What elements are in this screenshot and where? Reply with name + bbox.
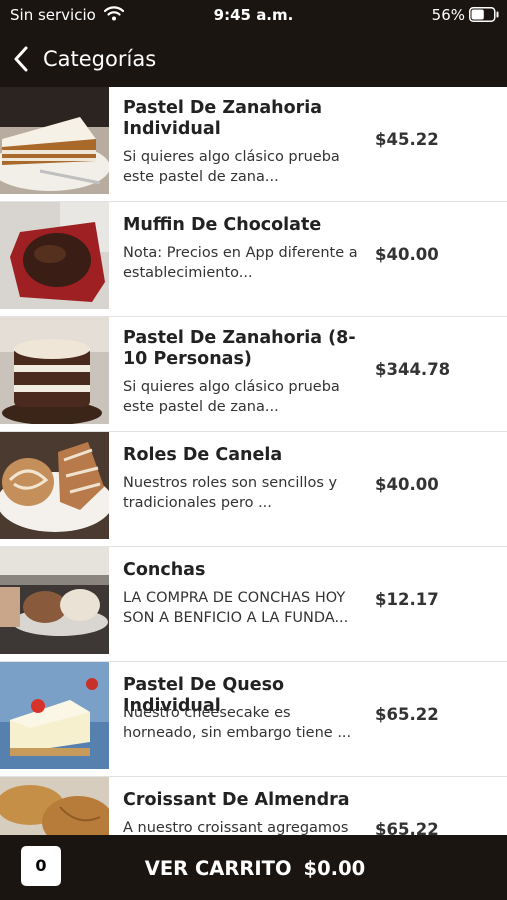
carrot-cake-slice-photo [0, 87, 109, 194]
product-name: Croissant De Almendra [123, 790, 350, 810]
product-description: Nuestro cheesecake es horneado, sin emba… [123, 705, 352, 741]
carrot-cake-whole-photo [0, 317, 109, 424]
product-item[interactable]: Conchas LA COMPRA DE CONCHAS HOY SON A B… [0, 547, 507, 662]
product-price: $40.00 [375, 245, 439, 264]
view-cart-button[interactable]: VER CARRITO $0.00 [120, 849, 390, 889]
product-description: LA COMPRA DE CONCHAS HOY SON A BENFICIO … [123, 590, 349, 626]
product-name: Pastel De Zanahoria (8-10 Personas) [123, 328, 356, 369]
cart-bar: 0 VER CARRITO $0.00 [0, 835, 507, 900]
cart-count-badge: 0 [21, 846, 61, 886]
battery-icon [469, 7, 499, 22]
cart-total: $0.00 [303, 857, 366, 880]
chevron-left-icon [14, 46, 28, 72]
product-name: Roles De Canela [123, 445, 283, 465]
product-item[interactable]: Pastel De Queso Individual Nuestro chees… [0, 662, 507, 777]
conchas-photo [0, 547, 109, 654]
nav-bar: Categorías [0, 30, 507, 87]
cheesecake-slice-photo [0, 662, 109, 769]
product-item[interactable]: Pastel De Zanahoria (8-10 Personas) Si q… [0, 317, 507, 432]
product-description: Nuestros roles son sencillos y tradicion… [123, 475, 338, 511]
product-price: $344.78 [375, 360, 451, 379]
status-bar: Sin servicio 9:45 a.m. 56% [0, 0, 507, 30]
product-description: Si quieres algo clásico prueba este past… [123, 379, 340, 415]
back-label: Categorías [43, 47, 157, 71]
cinnamon-rolls-photo [0, 432, 109, 539]
product-price: $65.22 [375, 820, 439, 835]
view-cart-label: VER CARRITO [144, 857, 292, 880]
product-item[interactable]: Pastel De Zanahoria Individual Si quiere… [0, 87, 507, 202]
product-item[interactable]: Muffin De Chocolate Nota: Precios en App… [0, 202, 507, 317]
product-name: Conchas [123, 560, 206, 580]
back-button[interactable]: Categorías [8, 42, 156, 76]
product-price: $40.00 [375, 475, 439, 494]
product-description: A nuestro croissant agregamos [123, 820, 349, 835]
chocolate-muffin-photo [0, 202, 109, 309]
product-price: $12.17 [375, 590, 439, 609]
product-price: $45.22 [375, 130, 439, 149]
almond-croissant-photo [0, 777, 109, 835]
product-name: Pastel De Zanahoria Individual [123, 98, 323, 139]
product-list[interactable]: Pastel De Zanahoria Individual Si quiere… [0, 87, 507, 835]
product-item[interactable]: Roles De Canela Nuestros roles son senci… [0, 432, 507, 547]
battery-percent: 56% [431, 6, 465, 24]
product-description: Si quieres algo clásico prueba este past… [123, 149, 340, 185]
product-price: $65.22 [375, 705, 439, 724]
product-name: Muffin De Chocolate [123, 215, 322, 235]
product-description: Nota: Precios en App diferente a estable… [123, 245, 358, 281]
product-item[interactable]: Croissant De Almendra A nuestro croissan… [0, 777, 507, 835]
